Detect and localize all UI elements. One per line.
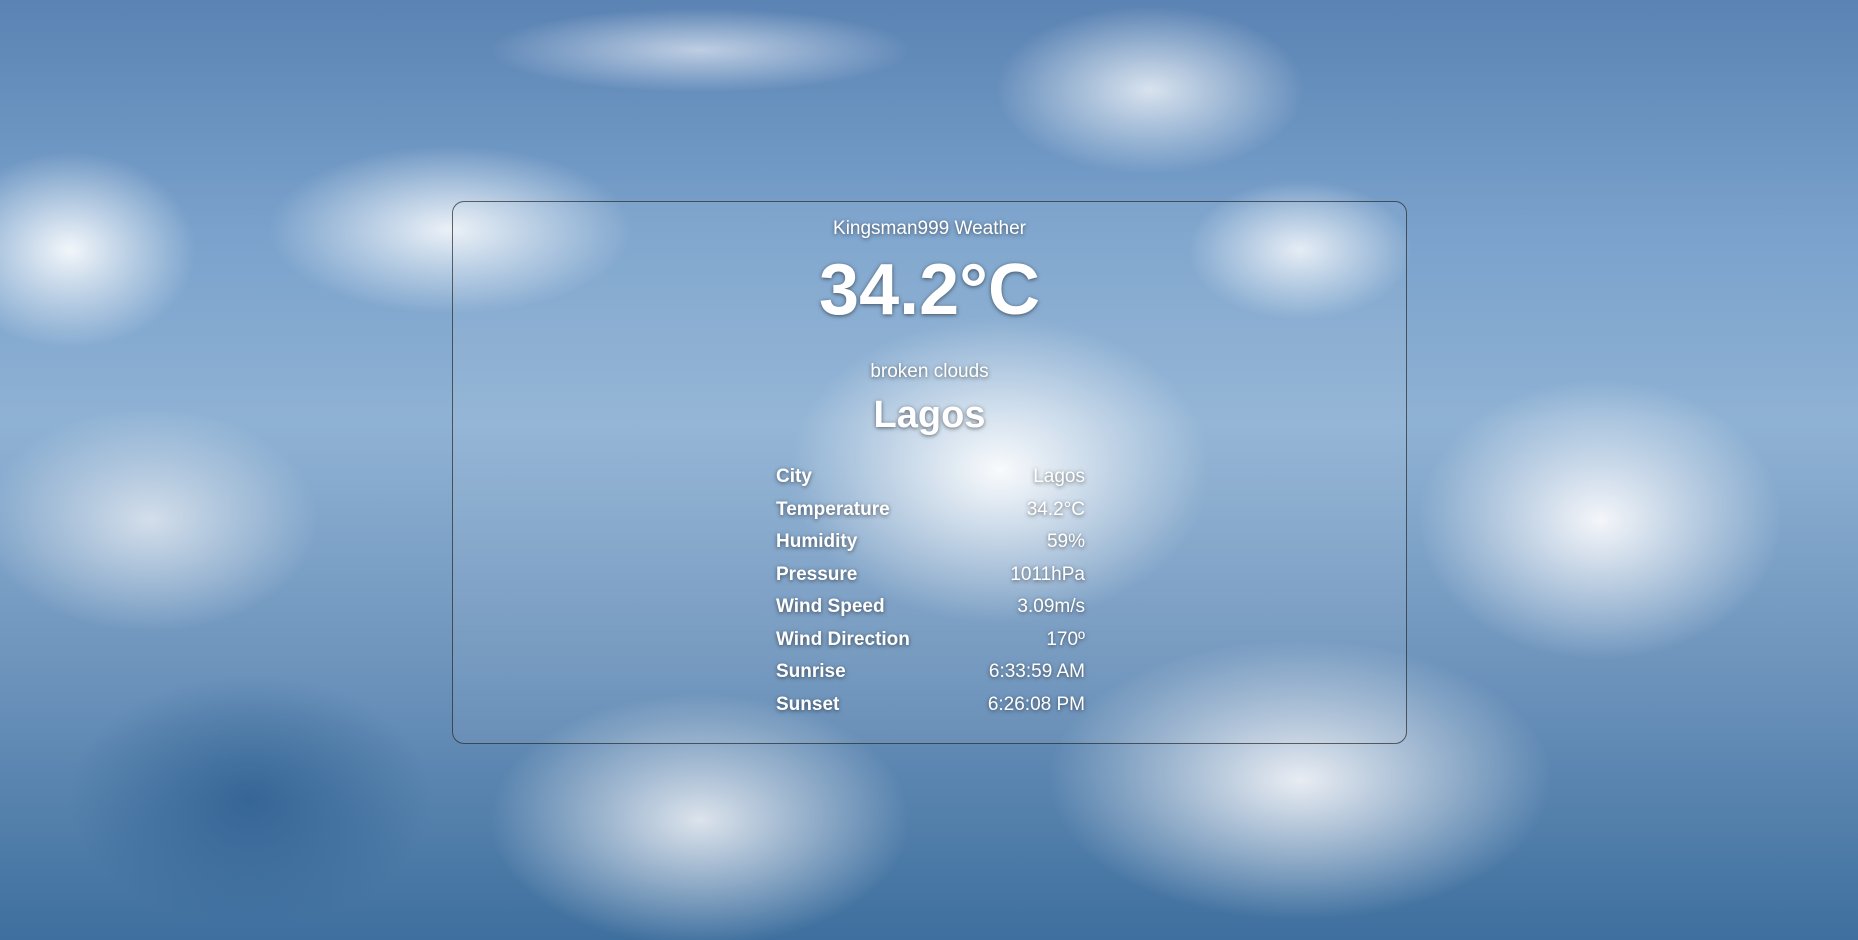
detail-row-sunrise: Sunrise 6:33:59 AM — [776, 656, 1085, 689]
detail-value: 34.2°C — [1026, 498, 1085, 520]
detail-value: 6:26:08 PM — [987, 693, 1085, 715]
weather-details-list: City Lagos Temperature 34.2°C Humidity 5… — [776, 461, 1085, 721]
weather-description: broken clouds — [870, 361, 989, 382]
detail-label: Sunrise — [776, 661, 846, 683]
city-name: Lagos — [873, 394, 986, 436]
detail-label: Sunset — [776, 693, 840, 715]
detail-row-sunset: Sunset 6:26:08 PM — [776, 689, 1085, 722]
weather-card: Kingsman999 Weather 34.2°C broken clouds… — [452, 201, 1407, 744]
current-temperature: 34.2°C — [819, 250, 1040, 330]
detail-value: 170º — [1046, 628, 1085, 650]
detail-value: 59% — [1046, 531, 1085, 553]
detail-value: 6:33:59 AM — [988, 661, 1085, 683]
detail-row-wind-speed: Wind Speed 3.09m/s — [776, 591, 1085, 624]
detail-label: Wind Speed — [776, 596, 885, 618]
detail-label: Pressure — [776, 563, 858, 585]
detail-value: Lagos — [1033, 466, 1085, 488]
detail-label: City — [776, 466, 812, 488]
detail-row-city: City Lagos — [776, 461, 1085, 494]
detail-row-temperature: Temperature 34.2°C — [776, 494, 1085, 527]
detail-label: Humidity — [776, 531, 858, 553]
detail-value: 1011hPa — [1010, 563, 1085, 585]
detail-value: 3.09m/s — [1017, 596, 1085, 618]
detail-row-humidity: Humidity 59% — [776, 526, 1085, 559]
detail-label: Temperature — [776, 498, 890, 520]
detail-row-pressure: Pressure 1011hPa — [776, 559, 1085, 592]
detail-row-wind-direction: Wind Direction 170º — [776, 624, 1085, 657]
app-title: Kingsman999 Weather — [833, 218, 1026, 239]
detail-label: Wind Direction — [776, 628, 910, 650]
